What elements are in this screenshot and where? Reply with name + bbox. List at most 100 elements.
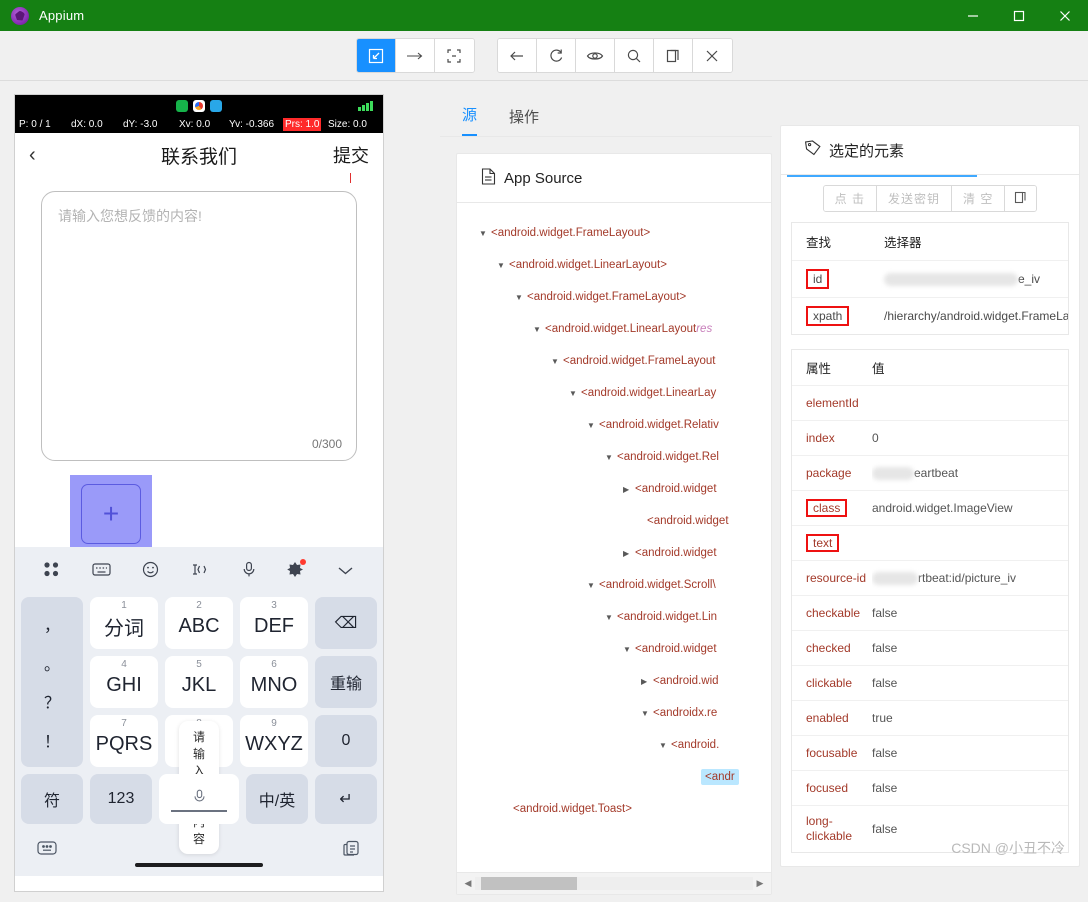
add-image-button[interactable]: + — [81, 484, 141, 544]
key-7[interactable]: 7 PQRS — [90, 715, 158, 767]
tree-node[interactable]: ▼ <android.widget.FrameLayout> — [457, 281, 771, 313]
caret-icon[interactable]: ▼ — [533, 325, 545, 334]
key-6[interactable]: 6 MNO — [240, 656, 308, 708]
caret-icon[interactable]: ▼ — [569, 389, 581, 398]
key-8[interactable]: 8 TUV 请输入反馈内容 — [165, 715, 233, 854]
scroll-thumb[interactable] — [481, 877, 577, 890]
redo-key[interactable]: 重输 — [315, 656, 377, 708]
tree-node[interactable]: ▼ <android.widget.LinearLay — [457, 377, 771, 409]
tap-button[interactable]: 点 击 — [823, 186, 877, 211]
scroll-left-icon[interactable]: ◀ — [461, 878, 475, 889]
apps-grid-icon[interactable] — [43, 561, 60, 583]
caret-icon[interactable]: ▼ — [623, 645, 635, 654]
caret-icon[interactable]: ▼ — [641, 709, 653, 718]
minimize-icon[interactable] — [950, 0, 996, 31]
send-keys-button[interactable]: 发送密钥 — [876, 186, 952, 211]
scroll-right-icon[interactable]: ▶ — [753, 878, 767, 889]
microphone-icon[interactable] — [242, 561, 256, 583]
keyboard-switch-icon[interactable] — [37, 840, 57, 861]
key-4-num: 4 — [121, 659, 127, 670]
select-element-icon[interactable] — [356, 39, 396, 72]
tree-node[interactable]: ▼ <android.widget.LinearLayout res — [457, 313, 771, 345]
punct-comma[interactable]: ， — [44, 612, 60, 636]
tree-node[interactable]: ▶ <android.widget — [457, 473, 771, 505]
back-icon[interactable] — [497, 39, 537, 72]
device-screen[interactable]: P: 0 / 1 dX: 0.0 dY: -3.0 Xv: 0.0 Yv: -0… — [14, 94, 384, 892]
caret-icon[interactable]: ▼ — [605, 613, 617, 622]
chevron-down-icon[interactable] — [336, 563, 355, 581]
source-tree[interactable]: ▼ <android.widget.FrameLayout> ▼ <android.… — [457, 203, 771, 893]
feedback-textarea[interactable]: 请输入您想反馈的内容! 0/300 — [41, 191, 357, 461]
key-2[interactable]: 2 ABC — [165, 597, 233, 649]
redacted-id-value — [884, 273, 1018, 287]
text-cursor-icon[interactable] — [191, 562, 210, 582]
tree-node[interactable]: ▼ <android.widget.FrameLayout — [457, 345, 771, 377]
punct-exclaim[interactable]: ！ — [44, 728, 60, 752]
refresh-icon[interactable] — [536, 39, 576, 72]
key-1[interactable]: 1 分词 — [90, 597, 158, 649]
sticker-icon[interactable] — [287, 559, 307, 583]
eye-icon[interactable] — [575, 39, 615, 72]
caret-icon[interactable]: ▶ — [623, 549, 635, 558]
crosshair-frame-icon[interactable] — [434, 39, 474, 72]
scroll-track[interactable] — [475, 877, 753, 890]
tree-node[interactable]: ▶ <android.widget — [457, 537, 771, 569]
tree-node[interactable]: ▼ <androidx.re — [457, 697, 771, 729]
tree-node-selected[interactable]: <andr — [457, 761, 771, 793]
clear-button[interactable]: 清 空 — [952, 186, 1006, 211]
punct-period[interactable]: 。 — [44, 651, 60, 675]
tree-node[interactable]: ▼ <android. — [457, 729, 771, 761]
chevron-left-icon[interactable]: ‹ — [29, 144, 59, 167]
clipboard-icon[interactable] — [342, 839, 361, 862]
copy-icon[interactable] — [653, 39, 693, 72]
tree-node[interactable]: <android.widget — [457, 505, 771, 537]
caret-icon[interactable]: ▼ — [479, 229, 491, 238]
copy-button[interactable] — [1005, 186, 1037, 211]
space-key[interactable] — [159, 774, 239, 824]
locator-row-id[interactable]: id e_iv — [792, 260, 1068, 297]
caret-icon[interactable]: ▼ — [587, 581, 599, 590]
caret-icon[interactable]: ▼ — [587, 421, 599, 430]
symbols-key[interactable]: 符 — [21, 774, 83, 824]
tree-node[interactable]: ▶ <android.wid — [457, 665, 771, 697]
backspace-key[interactable]: ⌫ — [315, 597, 377, 649]
caret-icon[interactable]: ▼ — [551, 357, 563, 366]
key-5[interactable]: 5 JKL — [165, 656, 233, 708]
tab-source[interactable]: 源 — [462, 104, 478, 136]
tree-node[interactable]: ▼ <android.widget.Lin — [457, 601, 771, 633]
tree-node[interactable]: ▼ <android.widget — [457, 633, 771, 665]
emoji-icon[interactable] — [142, 561, 159, 583]
punctuation-key[interactable]: ， 。 ？ ！ — [21, 597, 83, 767]
source-horizontal-scrollbar[interactable]: ◀ ▶ — [457, 872, 771, 894]
tree-node[interactable]: ▼ <android.widget.Relativ — [457, 409, 771, 441]
close-session-icon[interactable] — [692, 39, 732, 72]
caret-icon[interactable]: ▼ — [659, 741, 671, 750]
close-icon[interactable] — [1042, 0, 1088, 31]
caret-icon[interactable]: ▶ — [623, 485, 635, 494]
language-key[interactable]: 中/英 — [246, 774, 308, 824]
search-icon[interactable] — [614, 39, 654, 72]
tab-actions[interactable]: 操作 — [509, 106, 539, 136]
caret-icon[interactable]: ▶ — [641, 677, 653, 686]
caret-icon[interactable]: ▼ — [605, 453, 617, 462]
key-3[interactable]: 3 DEF — [240, 597, 308, 649]
enter-key[interactable]: ↵ — [315, 774, 377, 824]
tree-node[interactable]: ▼ <android.widget.Rel — [457, 441, 771, 473]
swipe-icon[interactable] — [395, 39, 435, 72]
tree-node[interactable]: <android.widget.Toast> — [457, 793, 771, 825]
keyboard-icon[interactable] — [91, 562, 111, 582]
caret-icon[interactable]: ▼ — [497, 261, 509, 270]
key-0[interactable]: 0 — [315, 715, 377, 767]
punct-question[interactable]: ？ — [44, 689, 60, 713]
numbers-key[interactable]: 123 — [90, 774, 152, 824]
tree-node[interactable]: ▼ <android.widget.FrameLayout> — [457, 217, 771, 249]
maximize-icon[interactable] — [996, 0, 1042, 31]
key-4[interactable]: 4 GHI — [90, 656, 158, 708]
key-9[interactable]: 9 WXYZ — [240, 715, 308, 767]
tree-node[interactable]: ▼ <android.widget.Scroll\ — [457, 569, 771, 601]
locator-row-xpath[interactable]: xpath /hierarchy/android.widget.FrameLay… — [792, 297, 1068, 334]
tree-node[interactable]: ▼ <android.widget.LinearLayout> — [457, 249, 771, 281]
app-source-panel: App Source ▼ <android.widget.FrameLayout>… — [456, 153, 772, 895]
caret-icon[interactable]: ▼ — [515, 293, 527, 302]
submit-button[interactable]: 提交 — [333, 142, 369, 168]
